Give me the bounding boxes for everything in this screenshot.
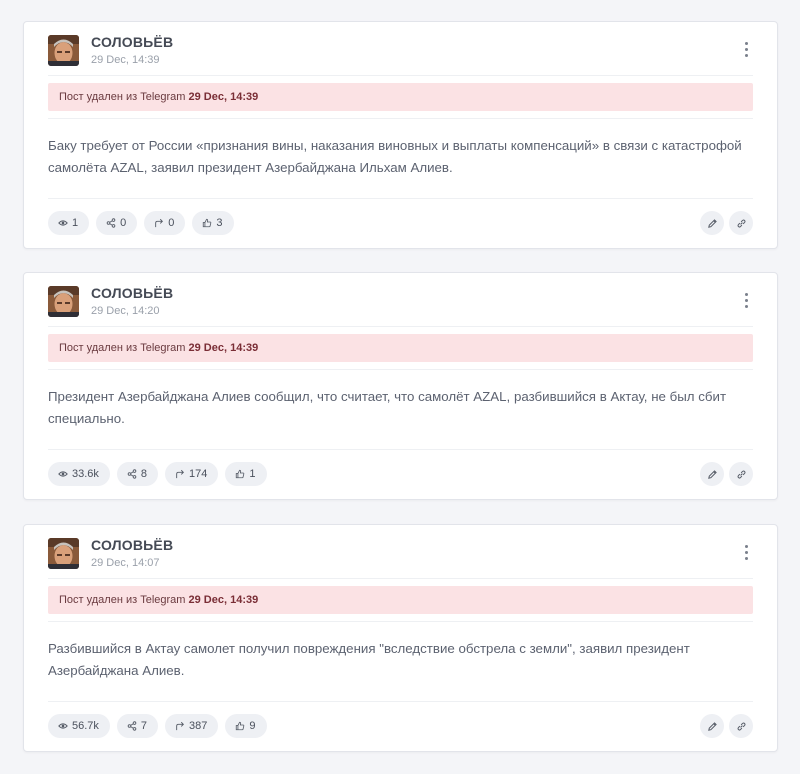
deleted-time: 29 Dec, 14:39 bbox=[188, 342, 259, 354]
pencil-icon bbox=[707, 218, 717, 228]
post-actions bbox=[700, 211, 753, 235]
shares-stat[interactable]: 7 bbox=[116, 714, 159, 738]
post-date: 29 Dec, 14:07 bbox=[91, 557, 160, 569]
forward-icon bbox=[176, 721, 185, 731]
link-button[interactable] bbox=[729, 211, 753, 235]
share-icon bbox=[127, 469, 137, 479]
deleted-banner: Пост удален из Telegram 29 Dec, 14:39 bbox=[48, 586, 753, 614]
link-button[interactable] bbox=[729, 714, 753, 738]
reactions-stat[interactable]: 3 bbox=[192, 211, 234, 235]
thumbs-up-icon bbox=[203, 218, 212, 228]
views-count: 33.6k bbox=[72, 468, 99, 480]
post-text: Баку требует от России «признания вины, … bbox=[48, 138, 742, 175]
deleted-label: Пост удален из Telegram bbox=[59, 342, 186, 354]
reactions-count: 9 bbox=[249, 720, 256, 732]
avatar[interactable] bbox=[48, 286, 79, 317]
author-name[interactable]: СОЛОВЬЁВ bbox=[91, 537, 173, 553]
shares-count: 8 bbox=[140, 468, 148, 480]
author-name[interactable]: СОЛОВЬЁВ bbox=[91, 285, 173, 301]
link-icon bbox=[737, 218, 746, 228]
share-icon bbox=[106, 218, 116, 228]
link-button[interactable] bbox=[729, 462, 753, 486]
reactions-stat[interactable]: 1 bbox=[225, 462, 267, 486]
more-vertical-icon[interactable] bbox=[741, 40, 753, 60]
views-stat[interactable]: 1 bbox=[48, 211, 90, 235]
deleted-time: 29 Dec, 14:39 bbox=[188, 91, 259, 103]
divider bbox=[48, 621, 753, 622]
eye-icon bbox=[58, 471, 68, 477]
divider bbox=[48, 75, 753, 76]
divider bbox=[48, 701, 753, 702]
more-vertical-icon[interactable] bbox=[741, 543, 753, 563]
divider bbox=[48, 578, 753, 579]
eye-icon bbox=[58, 220, 68, 226]
more-vertical-icon[interactable] bbox=[741, 291, 753, 311]
deleted-banner: Пост удален из Telegram 29 Dec, 14:39 bbox=[48, 83, 753, 111]
link-icon bbox=[737, 721, 746, 731]
shares-stat[interactable]: 0 bbox=[96, 211, 138, 235]
divider bbox=[48, 449, 753, 450]
post-stats: 1 0 0 3 bbox=[48, 211, 234, 235]
deleted-time: 29 Dec, 14:39 bbox=[188, 594, 259, 606]
forward-icon bbox=[155, 218, 164, 228]
post-actions bbox=[700, 462, 753, 486]
post-text: Президент Азербайджана Алиев сообщил, чт… bbox=[48, 389, 727, 426]
deleted-label: Пост удален из Telegram bbox=[59, 91, 186, 103]
divider bbox=[48, 369, 753, 370]
avatar[interactable] bbox=[48, 538, 79, 569]
post-card: СОЛОВЬЁВ 29 Dec, 14:07 Пост удален из Te… bbox=[23, 524, 778, 752]
views-count: 1 bbox=[72, 217, 79, 229]
shares-count: 0 bbox=[120, 217, 127, 229]
post-text: Разбившийся в Актау самолет получил повр… bbox=[48, 641, 690, 678]
views-stat[interactable]: 33.6k bbox=[48, 462, 110, 486]
post-date: 29 Dec, 14:20 bbox=[91, 305, 160, 317]
forwards-count: 174 bbox=[189, 468, 208, 480]
reactions-stat[interactable]: 9 bbox=[225, 714, 267, 738]
post-card: СОЛОВЬЁВ 29 Dec, 14:39 Пост удален из Te… bbox=[23, 21, 778, 249]
views-count: 56.7k bbox=[72, 720, 99, 732]
forwards-count: 387 bbox=[189, 720, 208, 732]
deleted-label: Пост удален из Telegram bbox=[59, 594, 186, 606]
pencil-icon bbox=[707, 721, 717, 731]
forwards-stat[interactable]: 387 bbox=[165, 714, 219, 738]
post-actions bbox=[700, 714, 753, 738]
forwards-stat[interactable]: 174 bbox=[165, 462, 219, 486]
forwards-count: 0 bbox=[168, 217, 175, 229]
post-card: СОЛОВЬЁВ 29 Dec, 14:20 Пост удален из Te… bbox=[23, 272, 778, 500]
thumbs-up-icon bbox=[236, 721, 245, 731]
reactions-count: 3 bbox=[216, 217, 223, 229]
forward-icon bbox=[176, 469, 185, 479]
edit-button[interactable] bbox=[700, 462, 724, 486]
link-icon bbox=[737, 469, 746, 479]
shares-stat[interactable]: 8 bbox=[116, 462, 159, 486]
divider bbox=[48, 198, 753, 199]
thumbs-up-icon bbox=[236, 469, 245, 479]
share-icon bbox=[127, 721, 137, 731]
post-date: 29 Dec, 14:39 bbox=[91, 54, 160, 66]
post-stats: 33.6k 8 174 1 bbox=[48, 462, 267, 486]
views-stat[interactable]: 56.7k bbox=[48, 714, 110, 738]
post-stats: 56.7k 7 387 9 bbox=[48, 714, 267, 738]
forwards-stat[interactable]: 0 bbox=[144, 211, 186, 235]
pencil-icon bbox=[707, 469, 717, 479]
edit-button[interactable] bbox=[700, 211, 724, 235]
divider bbox=[48, 326, 753, 327]
reactions-count: 1 bbox=[249, 468, 256, 480]
deleted-banner: Пост удален из Telegram 29 Dec, 14:39 bbox=[48, 334, 753, 362]
divider bbox=[48, 118, 753, 119]
eye-icon bbox=[58, 723, 68, 729]
avatar[interactable] bbox=[48, 35, 79, 66]
shares-count: 7 bbox=[140, 720, 148, 732]
edit-button[interactable] bbox=[700, 714, 724, 738]
author-name[interactable]: СОЛОВЬЁВ bbox=[91, 34, 173, 50]
